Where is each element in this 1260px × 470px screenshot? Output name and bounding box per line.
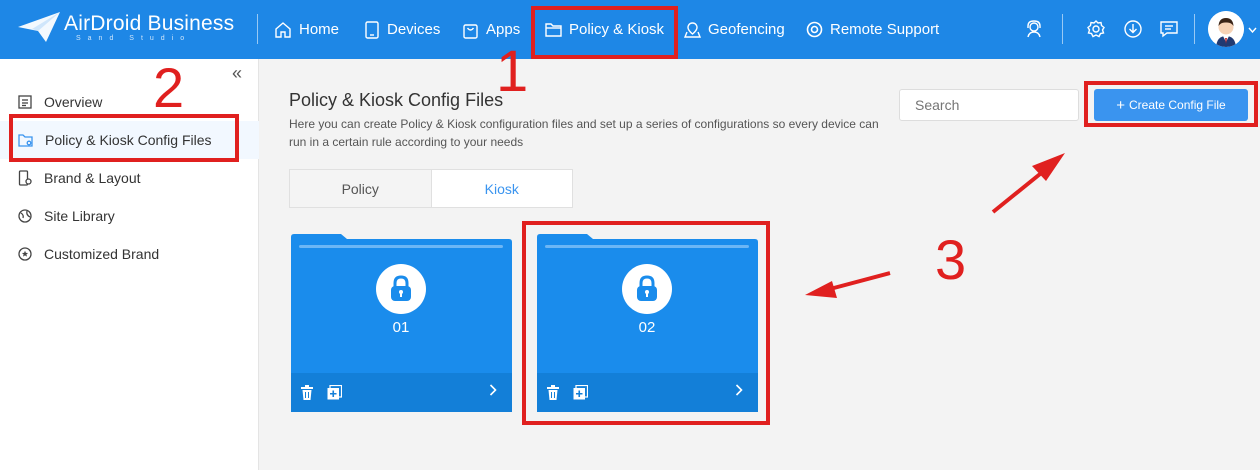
tab-group: Policy Kiosk xyxy=(289,169,573,208)
annotation-box-card-02 xyxy=(522,221,770,425)
divider xyxy=(1062,14,1063,44)
nav-remote-support[interactable]: Remote Support xyxy=(806,0,939,59)
annotation-box-policy-kiosk xyxy=(531,6,678,59)
star-circle-icon xyxy=(18,247,32,261)
page-title: Policy & Kiosk Config Files xyxy=(289,90,504,110)
brand-subtitle: Sand Studio xyxy=(76,35,192,42)
paper-plane-icon xyxy=(18,12,60,42)
support-agent-icon[interactable] xyxy=(1022,17,1046,41)
tab-kiosk[interactable]: Kiosk xyxy=(431,170,572,207)
bag-icon xyxy=(463,23,478,39)
nav-devices-label: Devices xyxy=(387,21,441,38)
airdroid-logo[interactable]: AirDroid Business Sand Studio xyxy=(16,10,238,48)
tablet-icon xyxy=(365,20,379,39)
nav-geofencing-label: Geofencing xyxy=(708,21,785,38)
list-icon xyxy=(18,95,32,109)
sidebar-item-label: Brand & Layout xyxy=(44,170,141,186)
search-input[interactable] xyxy=(899,89,1079,121)
lock-icon xyxy=(376,264,426,314)
user-avatar[interactable] xyxy=(1208,11,1244,47)
divider xyxy=(257,14,258,44)
config-file-card[interactable]: 01 xyxy=(289,233,513,413)
sidebar-item-brand-layout[interactable]: Brand & Layout xyxy=(0,159,259,197)
download-icon[interactable] xyxy=(1121,17,1145,41)
sidebar-item-label: Site Library xyxy=(44,208,115,224)
nav-home-label: Home xyxy=(299,21,340,38)
nav-remote-support-label: Remote Support xyxy=(830,21,940,38)
page-description: Here you can create Policy & Kiosk confi… xyxy=(289,117,879,149)
collapse-sidebar-icon[interactable]: « xyxy=(232,63,242,84)
tab-policy[interactable]: Policy xyxy=(290,170,432,207)
gear-icon[interactable] xyxy=(1084,17,1108,41)
nav-devices[interactable]: Devices xyxy=(364,0,440,59)
nav-apps-label: Apps xyxy=(486,21,521,38)
lifebuoy-icon xyxy=(806,21,823,38)
home-icon xyxy=(275,21,291,38)
annotation-box-create-button xyxy=(1084,81,1258,127)
chevron-down-icon[interactable] xyxy=(1248,27,1257,33)
delete-icon[interactable] xyxy=(300,385,314,400)
annotation-number-2: 2 xyxy=(153,56,185,119)
brand-name: AirDroid Business xyxy=(64,12,235,35)
duplicate-icon[interactable] xyxy=(327,385,342,400)
annotation-number-3: 3 xyxy=(935,228,967,291)
nav-geofencing[interactable]: Geofencing xyxy=(684,0,785,59)
sidebar-item-site-library[interactable]: Site Library xyxy=(0,197,259,235)
card-name: 01 xyxy=(392,319,410,336)
sidebar-item-customized-brand[interactable]: Customized Brand xyxy=(0,235,259,273)
nav-home[interactable]: Home xyxy=(274,0,339,59)
message-icon[interactable] xyxy=(1157,17,1181,41)
chevron-right-icon[interactable] xyxy=(489,383,497,399)
arrow-head xyxy=(1032,153,1065,181)
map-pin-icon xyxy=(684,21,701,38)
sidebar-item-label: Customized Brand xyxy=(44,246,160,262)
globe-icon xyxy=(18,209,32,223)
phone-gear-icon xyxy=(18,170,32,186)
annotation-number-1: 1 xyxy=(496,39,529,104)
divider xyxy=(1194,14,1195,44)
arrow-head xyxy=(805,281,837,298)
annotation-box-config-files xyxy=(9,114,239,162)
sidebar-item-label: Overview xyxy=(44,94,103,110)
